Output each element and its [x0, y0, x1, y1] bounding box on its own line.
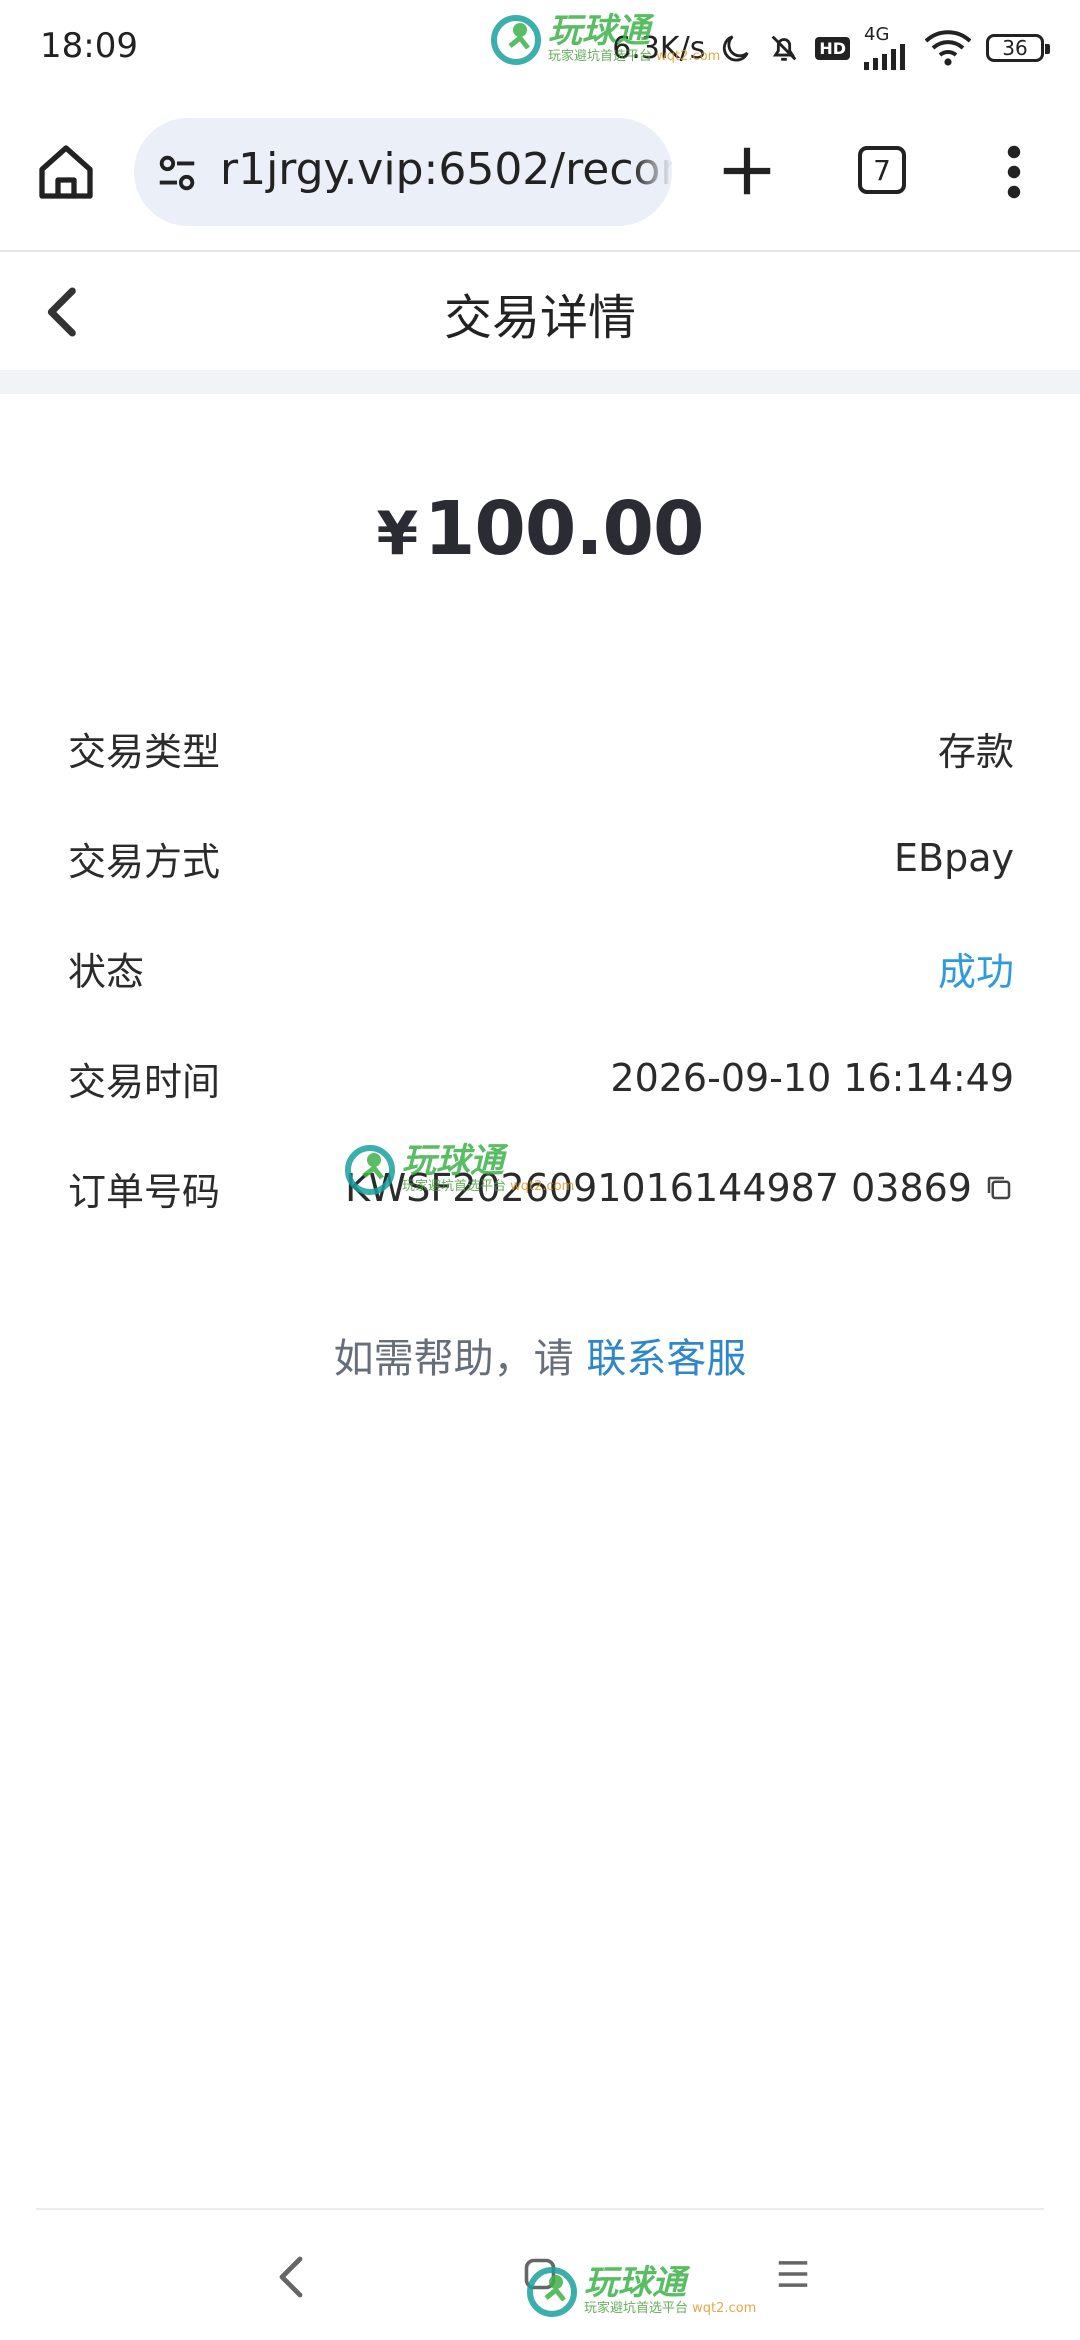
row-status: 状态 成功: [68, 938, 1014, 998]
status-value: 成功: [937, 949, 1014, 994]
address-bar[interactable]: r1jrgy.vip:6502/record: [134, 118, 672, 226]
tab-switcher-button[interactable]: 7: [858, 146, 906, 194]
watermark-subtitle: 玩家避坑首选平台 wqt2.com: [548, 48, 721, 64]
url-text[interactable]: r1jrgy.vip:6502/record: [220, 144, 672, 195]
help-prefix: 如需帮助，请: [333, 1336, 587, 1382]
watermark-title: 玩球通: [548, 10, 650, 51]
browser-toolbar: r1jrgy.vip:6502/record 7: [0, 96, 1080, 252]
contact-support-link[interactable]: 联系客服: [586, 1336, 746, 1382]
amount-value: 100.00: [423, 486, 705, 572]
row-label: 交易类型: [68, 729, 221, 774]
battery-indicator: 36: [986, 34, 1050, 62]
page-header: 交易详情: [0, 252, 1080, 370]
bell-muted-icon: [771, 35, 797, 61]
watermark-subtitle: 玩家避坑首选平台 wqt2.com: [584, 2300, 757, 2316]
row-transaction-method: 交易方式 EBpay: [68, 828, 1014, 888]
row-transaction-type: 交易类型 存款: [68, 718, 1014, 778]
copy-icon[interactable]: [984, 1173, 1014, 1203]
watermark-subtitle: 玩家避坑首选平台 wqt2.com: [402, 1178, 575, 1194]
page-title: 交易详情: [443, 290, 636, 346]
transaction-amount: ¥ 100.00: [0, 486, 1080, 572]
help-text: 如需帮助，请 联系客服: [0, 1326, 1080, 1384]
site-settings-icon[interactable]: [154, 150, 200, 196]
hd-badge: HD: [815, 36, 850, 60]
watermark-logo-icon: [527, 2267, 577, 2317]
moon-icon: [723, 35, 749, 62]
home-icon[interactable]: [34, 140, 98, 204]
row-label: 交易时间: [68, 1059, 221, 1104]
wifi-icon: [924, 30, 972, 66]
row-label: 交易方式: [68, 839, 221, 884]
row-transaction-time: 交易时间 2026-09-10 16:14:49: [68, 1048, 1014, 1108]
watermark-title: 玩球通: [402, 1140, 504, 1181]
currency-symbol: ¥: [376, 499, 419, 569]
nav-divider: [36, 2208, 1044, 2210]
row-label: 订单号码: [68, 1169, 221, 1214]
watermark-top: 玩球通 玩家避坑首选平台 wqt2.com: [488, 10, 720, 66]
signal-group: 4G: [864, 26, 910, 70]
row-label: 状态: [68, 949, 145, 994]
watermark-title: 玩球通: [584, 2262, 686, 2303]
row-value: EBpay: [894, 836, 1014, 880]
signal-icon: [864, 44, 905, 70]
row-value: 2026-09-10 16:14:49: [610, 1056, 1014, 1100]
watermark-logo-icon: [491, 15, 541, 65]
section-divider: [0, 370, 1080, 394]
new-tab-icon[interactable]: [716, 140, 778, 202]
row-value: 存款: [937, 729, 1014, 774]
watermark-logo-icon: [345, 1145, 395, 1195]
network-type: 4G: [864, 24, 890, 45]
nav-back-icon[interactable]: [272, 2252, 312, 2302]
more-menu-icon[interactable]: [998, 142, 1030, 202]
watermark-middle: 玩球通 玩家避坑首选平台 wqt2.com: [342, 1140, 574, 1196]
status-time: 18:09: [40, 26, 138, 66]
url-fade: [632, 118, 672, 226]
watermark-bottom: 玩球通 玩家避坑首选平台 wqt2.com: [524, 2262, 756, 2318]
nav-menu-icon[interactable]: [774, 2254, 812, 2294]
